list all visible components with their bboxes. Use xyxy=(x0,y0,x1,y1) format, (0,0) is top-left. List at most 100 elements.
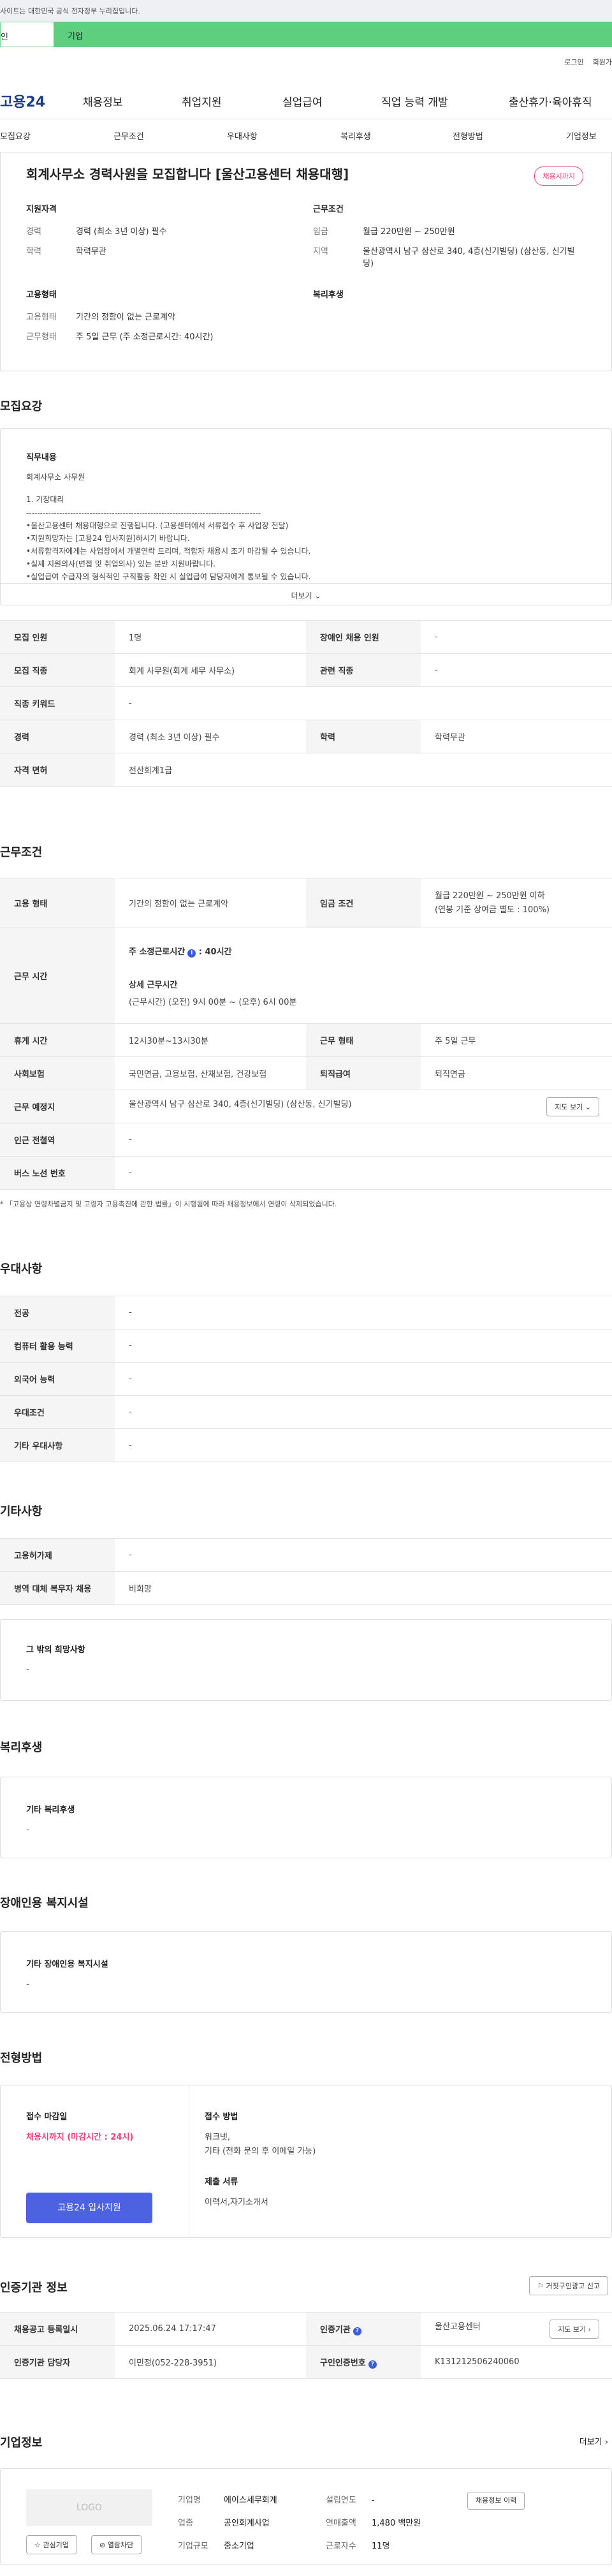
method-value: 워크넷, xyxy=(205,2133,231,2142)
table-row: 외국어 능력 - xyxy=(0,1362,612,1396)
map-button[interactable]: 지도 보기 ⌄ xyxy=(546,1097,599,1116)
row-label: 우대조건 xyxy=(0,1395,115,1429)
table-row: 모집 직종 회계 사무원(회계 세무 사무소) 관련 직종 - xyxy=(0,653,612,687)
subnav-pref[interactable]: 우대사항 xyxy=(227,130,258,142)
row-value: - xyxy=(115,1395,612,1429)
pref-title: 우대사항 xyxy=(0,1262,43,1276)
login-link[interactable]: 로그인 xyxy=(564,58,583,66)
welfare-box: 기타 복리후생 - xyxy=(0,1777,612,1858)
age-footnote: * 「고용상 연령차별금지 및 고령자 고용촉진에 관한 법률」이 시행됨에 따… xyxy=(0,1200,337,1208)
subnav-welfare[interactable]: 복리후생 xyxy=(340,130,371,142)
detail-label: 상세 근무시간 xyxy=(129,980,178,990)
employment-block: 고용형태 고용형태 기간의 정함이 없는 근로계약 근무형태 주 5일 근무 (주 … xyxy=(26,288,294,342)
row-label: 채용공고 등록일시 xyxy=(0,2312,115,2346)
row-label: 근무 형태 xyxy=(306,1023,421,1057)
report-icon: ⚐ xyxy=(537,2282,544,2290)
company-more-link[interactable]: 더보기 › xyxy=(579,2435,608,2447)
weekly-label: 주 소정근로시간 xyxy=(129,947,186,957)
detail-value: (근무시간) (오전) 9시 00분 ~ (오후) 6시 00분 xyxy=(129,997,297,1007)
table-row: 인근 전철역 - xyxy=(0,1123,612,1157)
row-value: - xyxy=(115,1296,612,1329)
table-row: 휴게 시간 12시30분~13시30분 근무 형태 주 5일 근무 xyxy=(0,1023,612,1057)
subnav-company[interactable]: 기업정보 xyxy=(566,130,597,142)
job-desc-line: •지원희망자는 [고용24 입사지원]하시기 바랍니다. xyxy=(26,534,190,543)
welfare-summary-block: 복리후생 xyxy=(313,288,344,300)
table-row: 기타 우대사항 - xyxy=(0,1428,612,1462)
row-value: - xyxy=(115,1428,612,1462)
nav-item-training[interactable]: 직업 능력 개발 xyxy=(381,93,509,109)
section-nav: 모집요강 근무조건 우대사항 복리후생 전형방법 기업정보 xyxy=(0,119,612,152)
company-title: 기업정보 xyxy=(0,2436,43,2450)
row-label: 임금 조건 xyxy=(306,878,421,928)
hiring-history-button[interactable]: 채용정보 이력 xyxy=(467,2492,525,2510)
row-label: 퇴직급여 xyxy=(306,1056,421,1090)
table-row: 자격 면허 전산회계1급 xyxy=(0,753,612,787)
table-row: 인증기관 담당자 이민정(052-228-3951) 구인인증번호? K1312125… xyxy=(0,2345,612,2379)
subnav-work[interactable]: 근무조건 xyxy=(113,130,144,142)
subnav-screening[interactable]: 전형방법 xyxy=(453,130,483,142)
nav-item-benefit[interactable]: 실업급여 xyxy=(282,93,381,109)
etc-section: 기타사항 고용허가제 - 병역 대체 복무자 채용 비희망 그 밖의 희망사항 - xyxy=(0,1502,612,1701)
row-value: 비희망 xyxy=(115,1571,612,1605)
block-view-button[interactable]: ⊘ 열람차단 xyxy=(91,2535,142,2554)
row-label: 인증기관? xyxy=(306,2312,421,2346)
main-nav: 고용24 채용정보 취업지원 실업급여 직업 능력 개발 출산휴가·육아휴직 xyxy=(0,83,612,119)
chevron-right-icon: › xyxy=(588,2325,591,2334)
info-icon[interactable]: ? xyxy=(368,2360,377,2369)
pref-section: 우대사항 전공 - 컴퓨터 활용 능력 - 외국어 능력 - 우대조건 - 기타 우대사… xyxy=(0,1260,612,1462)
map-label: 지도 보기 xyxy=(558,2325,586,2334)
disability-heading: 기타 장애인용 복지시설 xyxy=(26,1960,108,1969)
table-row: 버스 노선 번호 - xyxy=(0,1156,612,1190)
table-row: 전공 - xyxy=(0,1296,612,1329)
table-row: 직종 키워드 - xyxy=(0,686,612,720)
row-value: 12시30분~13시30분 xyxy=(115,1023,306,1057)
join-link[interactable]: 회원가 xyxy=(593,58,612,66)
name-label: 기업명 xyxy=(178,2496,201,2505)
more-button[interactable]: 더보기 ⌄ xyxy=(1,583,611,605)
year-label: 설립연도 xyxy=(326,2496,356,2505)
nav-item-leave[interactable]: 출산휴가·육아휴직 xyxy=(509,93,592,109)
chevron-right-icon: › xyxy=(604,2438,608,2447)
qualification-heading: 지원자격 xyxy=(26,205,57,214)
row-value: - xyxy=(421,653,612,687)
table-row: 근무 예정지 울산광역시 남구 삼산로 340, 4층(신기빌딩) (삼산동, 신… xyxy=(0,1090,612,1123)
info-icon[interactable]: i xyxy=(187,949,196,958)
company-logo: LOGO xyxy=(26,2489,152,2526)
row-label: 고용 형태 xyxy=(0,878,115,928)
job-title: 회계사무소 경력사원을 모집합니다 [울산고용센터 채용대행] xyxy=(26,167,349,182)
row-label: 경력 xyxy=(0,720,115,753)
wish-heading: 그 밖의 희망사항 xyxy=(26,1645,85,1655)
edu-label: 학력 xyxy=(26,247,41,256)
company-box: LOGO ☆ 관심기업 ⊘ 열람차단 기업명 에이스세무회계 설립연도 - 채용정보 이… xyxy=(0,2468,612,2565)
agency-title: 인증기관 정보 xyxy=(0,2281,68,2295)
report-button[interactable]: ⚐ 거짓구인광고 신고 xyxy=(529,2276,608,2295)
row-label: 전공 xyxy=(0,1296,115,1329)
org-label: 인증기관 xyxy=(320,2325,351,2335)
chevron-down-icon: ⌄ xyxy=(314,591,321,600)
subnav-recruit[interactable]: 모집요강 xyxy=(0,130,31,142)
row-value: 학력무관 xyxy=(421,720,612,753)
table-row: 고용 형태 기간의 정함이 없는 근로계약 임금 조건 월급 220만원 ~ 250만… xyxy=(0,878,612,928)
weekly-value: : 40시간 xyxy=(198,947,232,957)
fav-company-button[interactable]: ☆ 관심기업 xyxy=(26,2535,77,2554)
nav-item-jobs[interactable]: 채용정보 xyxy=(83,93,182,109)
row-value: - xyxy=(115,1156,612,1190)
qualification-block: 지원자격 경력 경력 (최소 3년 이상) 필수 학력 학력무관 xyxy=(26,202,294,256)
deadline-badge: 채용시까지 xyxy=(534,167,583,186)
tab-company[interactable]: 기업 xyxy=(54,22,612,47)
fav-label: 관심기업 xyxy=(43,2541,69,2549)
gov-notice-bar: 사이트는 대한민국 공식 전자정부 누리집입니다. xyxy=(0,0,612,22)
tab-person[interactable]: 인 xyxy=(0,22,54,47)
agency-map-button[interactable]: 지도 보기 › xyxy=(550,2319,599,2339)
site-logo[interactable]: 고용24 xyxy=(0,91,83,111)
work-title: 근무조건 xyxy=(0,846,43,859)
row-value: 경력 (최소 3년 이상) 필수 xyxy=(115,720,306,753)
condition-block: 근무조건 임금 월급 220만원 ~ 250만원 지역 울산광역시 남구 삼산로 3… xyxy=(313,202,587,269)
info-icon[interactable]: ? xyxy=(353,2327,361,2335)
row-label: 버스 노선 번호 xyxy=(0,1156,115,1190)
row-label: 장애인 채용 인원 xyxy=(306,620,421,654)
table-row: 우대조건 - xyxy=(0,1395,612,1429)
nav-item-support[interactable]: 취업지원 xyxy=(182,93,282,109)
apply-button[interactable]: 고용24 입사지원 xyxy=(26,2193,152,2223)
company-section: 기업정보 더보기 › LOGO ☆ 관심기업 ⊘ 열람차단 기업명 에이스세무회계… xyxy=(0,2434,612,2565)
